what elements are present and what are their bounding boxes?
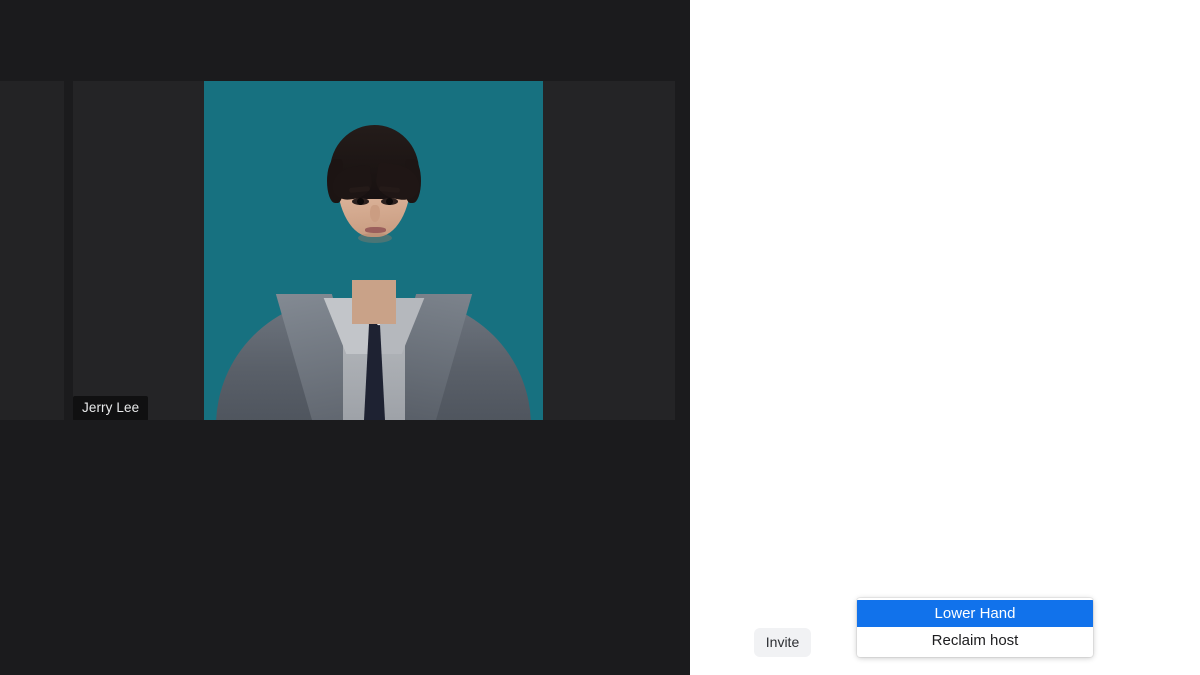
side-panel: Invite Lower Hand Reclaim host bbox=[690, 0, 1200, 675]
portrait-pupil-left bbox=[357, 198, 364, 205]
participant-tile-partial[interactable] bbox=[0, 81, 64, 420]
portrait-pupil-right bbox=[386, 198, 393, 205]
participant-tile-active[interactable]: Jerry Lee bbox=[73, 81, 675, 420]
menu-item-reclaim-host[interactable]: Reclaim host bbox=[857, 627, 1093, 654]
invite-button[interactable]: Invite bbox=[754, 628, 811, 657]
app-root: Jerry Lee Invite Lower Hand Reclaim host bbox=[0, 0, 1200, 675]
menu-item-lower-hand[interactable]: Lower Hand bbox=[857, 600, 1093, 627]
video-stage: Jerry Lee bbox=[0, 0, 690, 675]
participant-context-menu[interactable]: Lower Hand Reclaim host bbox=[857, 598, 1093, 657]
portrait-nose bbox=[370, 205, 380, 222]
participant-video-feed bbox=[204, 81, 543, 420]
portrait-chin-shadow bbox=[358, 233, 392, 243]
participant-name-label: Jerry Lee bbox=[73, 396, 149, 420]
portrait-neck bbox=[352, 280, 396, 324]
